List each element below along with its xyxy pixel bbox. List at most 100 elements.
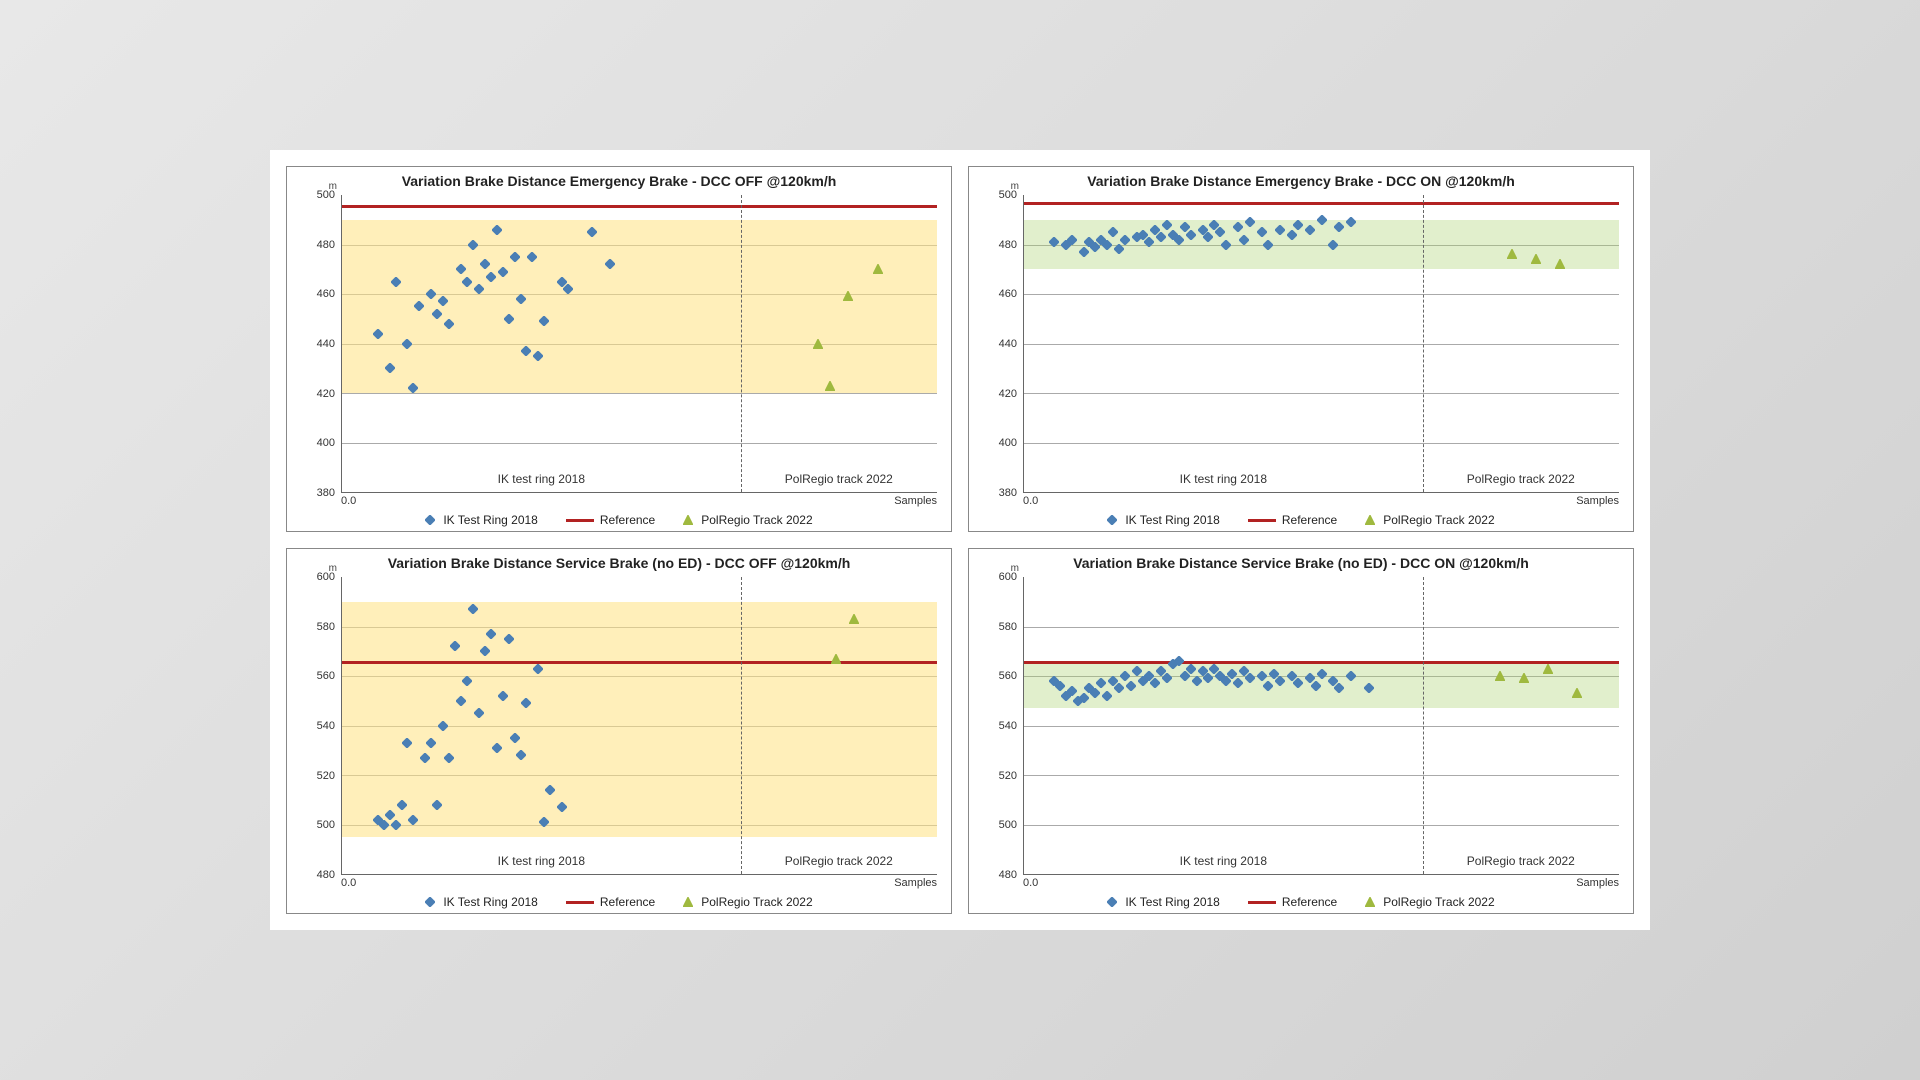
data-point-polregio	[831, 654, 841, 664]
y-tick: 440	[999, 338, 1017, 350]
gridline	[1024, 726, 1619, 727]
data-point-polregio	[1531, 254, 1541, 264]
data-point-ik	[1346, 217, 1356, 227]
legend-label: Reference	[600, 513, 655, 527]
y-tick: 500	[999, 819, 1017, 831]
data-point-ik	[474, 708, 484, 718]
y-axis: m380400420440460480500	[301, 195, 341, 493]
x-origin-label: 0.0	[1023, 877, 1038, 889]
gridline	[342, 775, 937, 776]
data-point-ik	[432, 309, 442, 319]
y-tick: 600	[999, 571, 1017, 583]
data-point-ik	[408, 815, 418, 825]
gridline	[342, 726, 937, 727]
data-point-polregio	[873, 264, 883, 274]
data-point-ik	[1203, 232, 1213, 242]
data-point-ik	[373, 329, 383, 339]
data-point-ik	[1102, 240, 1112, 250]
data-point-ik	[1275, 225, 1285, 235]
gridline	[342, 676, 937, 677]
gridline	[1024, 825, 1619, 826]
gridline	[1024, 393, 1619, 394]
data-point-ik	[480, 259, 490, 269]
gridline	[1024, 344, 1619, 345]
chart-panel-tl: Variation Brake Distance Emergency Brake…	[286, 166, 952, 532]
data-point-ik	[1239, 235, 1249, 245]
y-tick: 500	[317, 189, 335, 201]
legend-label: Reference	[1282, 895, 1337, 909]
x-axis-label: Samples	[1576, 877, 1619, 889]
data-point-ik	[397, 800, 407, 810]
data-point-ik	[444, 319, 454, 329]
plot-wrap: m380400420440460480500IK test ring 2018P…	[983, 195, 1619, 493]
data-point-ik	[426, 738, 436, 748]
y-tick: 480	[317, 869, 335, 881]
data-point-ik	[1067, 235, 1077, 245]
section-label-right: PolRegio track 2022	[785, 854, 893, 868]
data-point-ik	[385, 363, 395, 373]
legend-label: IK Test Ring 2018	[1125, 513, 1220, 527]
gridline	[342, 393, 937, 394]
data-point-polregio	[825, 381, 835, 391]
data-point-ik	[1156, 232, 1166, 242]
data-point-ik	[1305, 225, 1315, 235]
data-point-ik	[1120, 235, 1130, 245]
legend-label: PolRegio Track 2022	[701, 513, 812, 527]
legend-item-reference: Reference	[566, 895, 655, 909]
data-point-ik	[450, 641, 460, 651]
triangle-icon	[1365, 514, 1377, 526]
line-icon	[1248, 519, 1276, 522]
data-point-ik	[1233, 222, 1243, 232]
page: Variation Brake Distance Emergency Brake…	[0, 0, 1920, 1080]
data-point-ik	[1215, 227, 1225, 237]
data-point-ik	[504, 634, 514, 644]
legend-item-ik: IK Test Ring 2018	[1107, 895, 1220, 909]
y-tick: 460	[317, 288, 335, 300]
y-tick: 520	[999, 770, 1017, 782]
tolerance-band	[342, 220, 937, 393]
data-point-ik	[1049, 237, 1059, 247]
data-point-ik	[1120, 671, 1130, 681]
data-point-ik	[408, 383, 418, 393]
data-point-ik	[426, 289, 436, 299]
legend-item-ik: IK Test Ring 2018	[425, 513, 538, 527]
legend-label: PolRegio Track 2022	[1383, 895, 1494, 909]
x-axis-label: Samples	[894, 495, 937, 507]
data-point-ik	[1346, 671, 1356, 681]
legend: IK Test Ring 2018 Reference PolRegio Track…	[301, 507, 937, 529]
plot-wrap: m480500520540560580600IK test ring 2018P…	[301, 577, 937, 875]
data-point-ik	[385, 810, 395, 820]
data-point-polregio	[813, 339, 823, 349]
data-point-ik	[1186, 664, 1196, 674]
legend-label: Reference	[1282, 513, 1337, 527]
line-icon	[566, 519, 594, 522]
data-point-ik	[1221, 240, 1231, 250]
legend-item-reference: Reference	[566, 513, 655, 527]
y-tick: 460	[999, 288, 1017, 300]
data-point-ik	[480, 646, 490, 656]
data-point-ik	[444, 753, 454, 763]
data-point-ik	[492, 225, 502, 235]
y-tick: 500	[999, 189, 1017, 201]
data-point-ik	[468, 604, 478, 614]
data-point-ik	[1067, 686, 1077, 696]
plot-area: IK test ring 2018PolRegio track 2022	[1023, 195, 1619, 493]
x-origin-label: 0.0	[1023, 495, 1038, 507]
data-point-ik	[1328, 240, 1338, 250]
chart-panel-tr: Variation Brake Distance Emergency Brake…	[968, 166, 1634, 532]
legend-label: IK Test Ring 2018	[1125, 895, 1220, 909]
x-axis-label: Samples	[1576, 495, 1619, 507]
data-point-ik	[510, 252, 520, 262]
chart-title: Variation Brake Distance Emergency Brake…	[983, 171, 1619, 195]
data-point-ik	[516, 294, 526, 304]
x-origin-label: 0.0	[341, 495, 356, 507]
section-divider	[741, 577, 742, 874]
section-label-left: IK test ring 2018	[1180, 854, 1267, 868]
gridline	[1024, 294, 1619, 295]
data-point-polregio	[843, 291, 853, 301]
reference-line	[1024, 661, 1619, 664]
y-tick: 540	[999, 720, 1017, 732]
data-point-ik	[456, 696, 466, 706]
data-point-ik	[587, 227, 597, 237]
x-axis-row: 0.0Samples	[301, 875, 937, 889]
